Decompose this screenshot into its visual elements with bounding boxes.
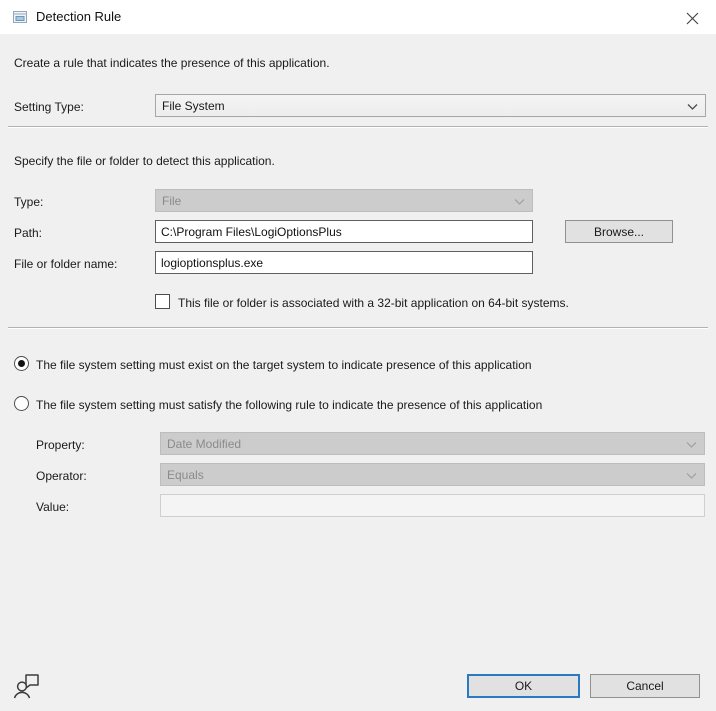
radio-must-exist[interactable] [14, 356, 29, 371]
titlebar: Detection Rule [0, 0, 716, 34]
path-label: Path: [14, 226, 42, 240]
section-divider [8, 327, 708, 329]
operator-label: Operator: [36, 469, 87, 483]
operator-dropdown: Equals [160, 463, 705, 486]
setting-type-dropdown[interactable]: File System [155, 94, 706, 117]
chevron-down-icon [686, 472, 697, 480]
help-button[interactable] [11, 669, 43, 701]
type-label: Type: [14, 195, 43, 209]
checkbox-32bit[interactable] [155, 294, 170, 309]
operator-value: Equals [167, 468, 204, 482]
close-icon [686, 12, 699, 25]
chevron-down-icon [686, 441, 697, 449]
dialog-title: Detection Rule [36, 9, 121, 24]
file-name-label: File or folder name: [14, 257, 117, 271]
property-dropdown: Date Modified [160, 432, 705, 455]
value-input [160, 494, 705, 517]
chevron-down-icon [687, 103, 698, 111]
cancel-button[interactable]: Cancel [590, 674, 700, 698]
value-label: Value: [36, 500, 69, 514]
browse-button[interactable]: Browse... [565, 220, 673, 243]
specify-text: Specify the file or folder to detect thi… [14, 154, 275, 168]
help-person-icon [11, 669, 43, 701]
dialog-window-icon [12, 9, 28, 25]
intro-text: Create a rule that indicates the presenc… [14, 56, 330, 70]
close-button[interactable] [676, 5, 708, 31]
property-label: Property: [36, 438, 85, 452]
type-dropdown: File [155, 189, 533, 212]
setting-type-label: Setting Type: [14, 100, 84, 114]
chevron-down-icon [514, 198, 525, 206]
ok-button[interactable]: OK [467, 674, 580, 698]
section-divider [8, 126, 708, 128]
radio-must-satisfy-label: The file system setting must satisfy the… [36, 398, 542, 412]
checkbox-32bit-label: This file or folder is associated with a… [178, 296, 569, 310]
path-input[interactable] [155, 220, 533, 243]
property-value: Date Modified [167, 437, 241, 451]
file-name-input[interactable] [155, 251, 533, 274]
type-value: File [162, 194, 181, 208]
radio-must-exist-label: The file system setting must exist on th… [36, 358, 532, 372]
radio-must-satisfy[interactable] [14, 396, 29, 411]
setting-type-value: File System [162, 99, 225, 113]
detection-rule-dialog: Detection Rule Create a rule that indica… [0, 0, 716, 711]
